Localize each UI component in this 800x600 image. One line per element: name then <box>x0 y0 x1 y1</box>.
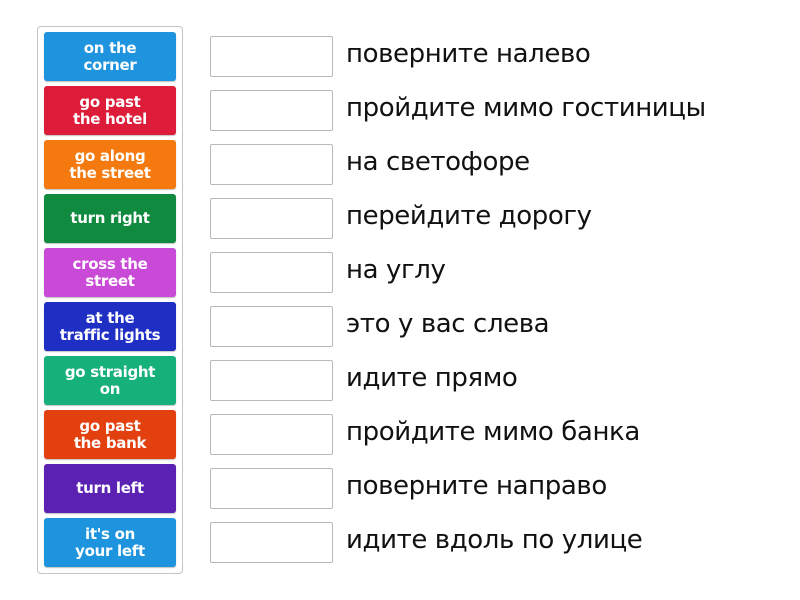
drop-slot[interactable] <box>210 252 333 293</box>
answer-tile[interactable]: turn left <box>44 464 176 513</box>
answer-tile[interactable]: cross the street <box>44 248 176 297</box>
answer-tile[interactable]: at the traffic lights <box>44 302 176 351</box>
tile-label: at the traffic lights <box>59 308 161 344</box>
prompt-text: перейдите дорогу <box>346 201 592 231</box>
prompt-text: идите вдоль по улице <box>346 525 643 555</box>
prompt-text: поверните направо <box>346 471 607 501</box>
answer-tile[interactable]: go straight on <box>44 356 176 405</box>
answer-tile[interactable]: go past the bank <box>44 410 176 459</box>
prompt-text: на углу <box>346 255 446 285</box>
drop-slot[interactable] <box>210 198 333 239</box>
answer-tile[interactable]: turn right <box>44 194 176 243</box>
prompt-text: идите прямо <box>346 363 518 393</box>
prompt-text: пройдите мимо банка <box>346 417 640 447</box>
prompt-text: пройдите мимо гостиницы <box>346 93 706 123</box>
tile-label: it's on your left <box>75 524 145 560</box>
prompt-text: на светофоре <box>346 147 530 177</box>
drop-slot[interactable] <box>210 522 333 563</box>
prompt-text: поверните налево <box>346 39 591 69</box>
drop-slot[interactable] <box>210 360 333 401</box>
tile-label: go past the hotel <box>72 92 147 128</box>
answer-tile[interactable]: on the corner <box>44 32 176 81</box>
prompt-text: это у вас слева <box>346 309 550 339</box>
answer-tile[interactable]: go along the street <box>44 140 176 189</box>
drop-slot[interactable] <box>210 36 333 77</box>
drop-slot[interactable] <box>210 90 333 131</box>
drop-slot[interactable] <box>210 306 333 347</box>
answer-bank: on the corner go past the hotel go along… <box>37 26 183 574</box>
answer-tile[interactable]: it's on your left <box>44 518 176 567</box>
answer-tile[interactable]: go past the hotel <box>44 86 176 135</box>
tile-label: on the corner <box>83 38 137 74</box>
tile-label: go along the street <box>69 146 151 182</box>
tile-label: turn left <box>76 479 144 497</box>
tile-label: turn right <box>70 209 150 227</box>
tile-label: go straight on <box>64 362 156 398</box>
drop-slot[interactable] <box>210 144 333 185</box>
drop-slot[interactable] <box>210 468 333 509</box>
drop-slot[interactable] <box>210 414 333 455</box>
tile-label: cross the street <box>72 254 148 290</box>
tile-label: go past the bank <box>73 416 147 452</box>
